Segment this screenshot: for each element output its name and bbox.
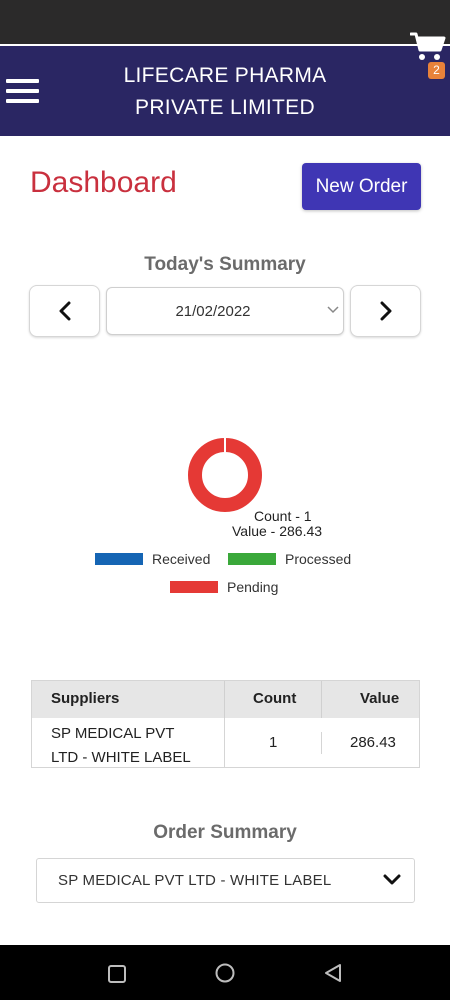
system-navigation-bar	[0, 945, 450, 1000]
order-status-donut-chart	[188, 437, 262, 512]
legend-item-processed: Processed	[228, 551, 351, 567]
selected-supplier: SP MEDICAL PVT LTD - WHITE LABEL	[58, 872, 332, 889]
chart-value-label: Value - 286.43	[232, 523, 323, 539]
legend-item-received: Received	[95, 551, 210, 567]
selected-date: 21/02/2022	[175, 303, 251, 320]
column-header-count: Count	[253, 690, 297, 707]
next-day-button[interactable]	[350, 285, 421, 337]
legend-label-processed: Processed	[285, 551, 352, 567]
count-cell: 1	[269, 734, 278, 751]
app-header: LIFECARE PHARMA PRIVATE LIMITED	[0, 46, 450, 136]
back-icon[interactable]	[322, 962, 344, 984]
app-title-line1: LIFECARE PHARMA	[123, 64, 327, 87]
order-summary-heading: Order Summary	[153, 822, 297, 843]
supplier-name-line1: SP MEDICAL PVT	[51, 725, 175, 742]
column-divider	[224, 681, 225, 718]
home-icon[interactable]	[214, 962, 236, 984]
previous-day-button[interactable]	[29, 285, 100, 337]
chevron-right-icon	[380, 301, 391, 321]
date-select[interactable]: 21/02/2022	[106, 287, 344, 335]
donut-slice-pending	[188, 438, 262, 512]
legend-item-pending: Pending	[170, 579, 278, 595]
chart-count-label: Count - 1	[254, 508, 312, 524]
shopping-cart-icon[interactable]	[409, 28, 446, 62]
legend-swatch-received	[95, 553, 143, 565]
suppliers-table: Suppliers Count Value SP MEDICAL PVT LTD…	[31, 680, 420, 768]
legend-swatch-pending	[170, 581, 218, 593]
status-bar	[0, 0, 450, 46]
chevron-down-icon	[383, 874, 401, 885]
app-title: LIFECARE PHARMA PRIVATE LIMITED	[80, 60, 370, 124]
cell-divider	[224, 718, 225, 767]
hamburger-menu-icon[interactable]	[6, 79, 39, 104]
table-header: Suppliers Count Value	[32, 681, 419, 718]
legend-label-received: Received	[152, 551, 211, 567]
supplier-name-line2: LTD - WHITE LABEL	[51, 749, 191, 766]
cell-divider	[321, 732, 322, 754]
todays-summary-heading: Today's Summary	[144, 254, 306, 275]
app-title-line2: PRIVATE LIMITED	[135, 96, 315, 119]
new-order-button[interactable]: New Order	[302, 163, 421, 210]
supplier-select[interactable]: SP MEDICAL PVT LTD - WHITE LABEL	[36, 858, 415, 903]
column-divider	[321, 681, 322, 718]
supplier-name-cell: SP MEDICAL PVT LTD - WHITE LABEL	[51, 722, 241, 770]
column-header-suppliers: Suppliers	[51, 690, 120, 707]
page-title: Dashboard	[30, 166, 177, 199]
chevron-down-icon	[327, 306, 339, 314]
recent-apps-icon[interactable]	[107, 964, 127, 984]
legend-label-pending: Pending	[227, 579, 279, 595]
cart-count-badge: 2	[428, 62, 445, 79]
legend-swatch-processed	[228, 553, 276, 565]
column-header-value: Value	[360, 690, 400, 707]
chevron-left-icon	[59, 301, 70, 321]
value-cell: 286.43	[350, 734, 396, 751]
